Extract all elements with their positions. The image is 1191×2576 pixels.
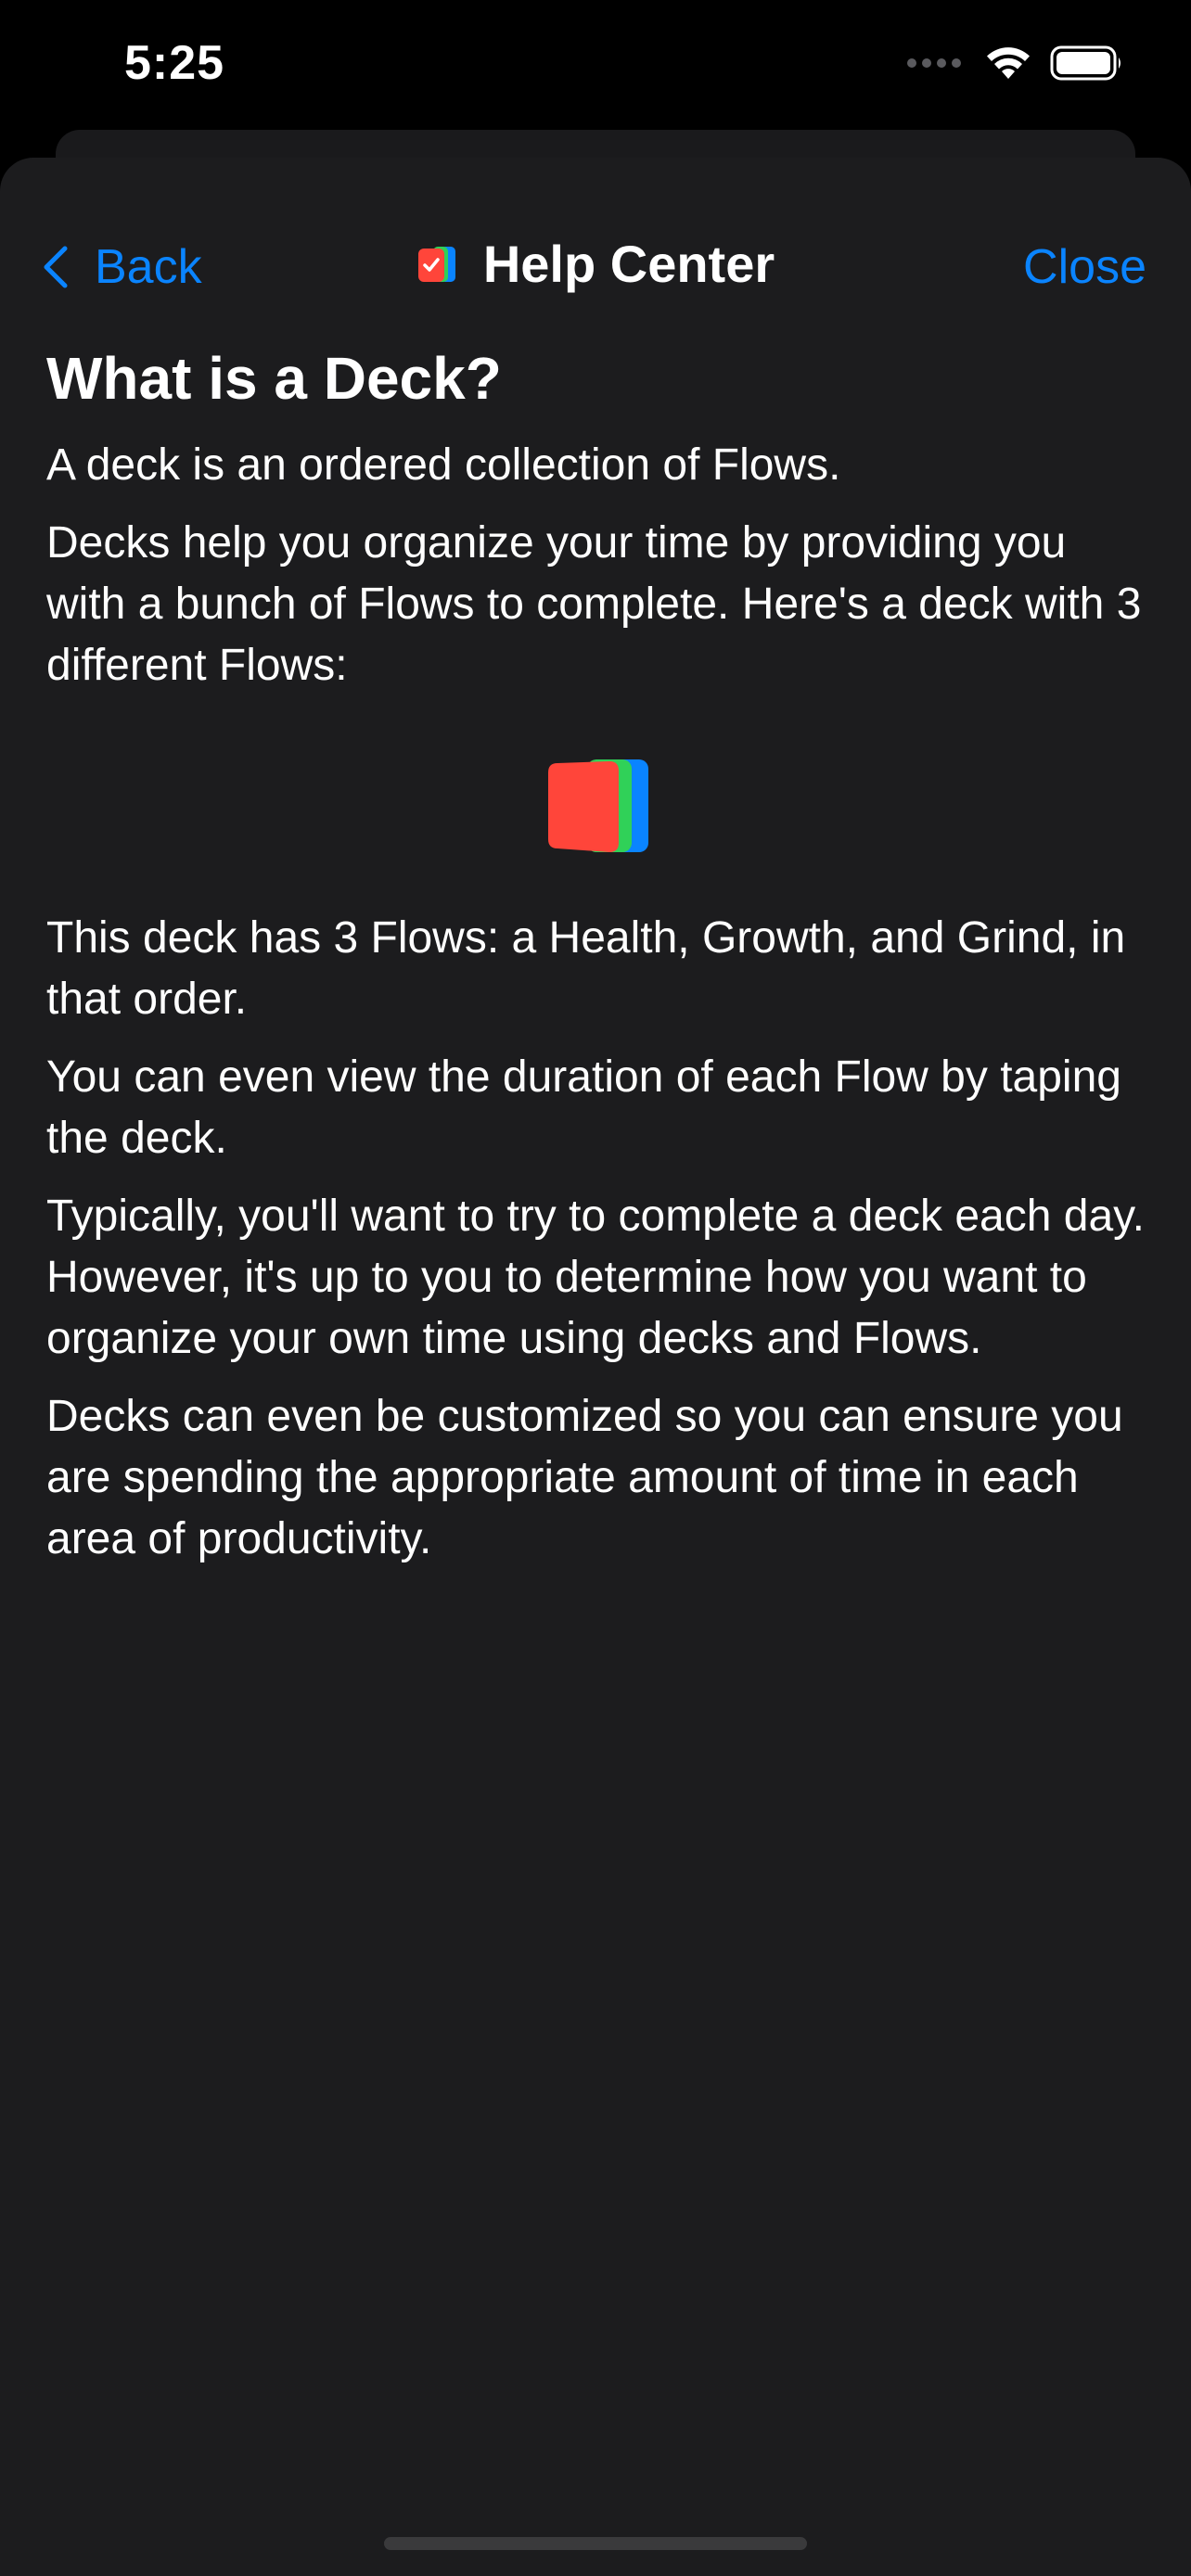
article-paragraph: Decks can even be customized so you can … xyxy=(46,1391,1123,1563)
status-time: 5:25 xyxy=(124,36,225,90)
deck-cards-icon xyxy=(548,759,648,852)
navigation-bar: Back Help Center Close xyxy=(0,213,1191,325)
article-heading: What is a Deck? xyxy=(46,345,502,412)
nav-title: Help Center xyxy=(0,234,1191,294)
close-button[interactable]: Close xyxy=(1023,239,1146,295)
deck-app-icon xyxy=(417,246,455,282)
article-paragraph: A deck is an ordered collection of Flows… xyxy=(46,440,841,490)
wifi-icon xyxy=(987,47,1030,79)
screen: 5:25 Back Help Center Close What is a De… xyxy=(0,0,1191,2576)
article-paragraph: Typically, you'll want to try to complet… xyxy=(46,1191,1145,1363)
home-indicator[interactable] xyxy=(384,2537,807,2550)
deck-illustration[interactable] xyxy=(46,713,1150,908)
status-icons xyxy=(907,45,1124,82)
article-paragraph: You can even view the duration of each F… xyxy=(46,1052,1121,1163)
article-paragraph: Decks help you organize your time by pro… xyxy=(46,517,1142,690)
status-bar: 5:25 xyxy=(0,0,1191,130)
article-paragraph: This deck has 3 Flows: a Health, Growth,… xyxy=(46,912,1126,1024)
cellular-signal-icon xyxy=(907,58,961,68)
nav-title-text: Help Center xyxy=(482,235,775,293)
help-center-sheet: Back Help Center Close What is a Deck? A… xyxy=(0,158,1191,2576)
article-content: What is a Deck? A deck is an ordered col… xyxy=(46,343,1150,1587)
battery-icon xyxy=(1050,45,1121,81)
